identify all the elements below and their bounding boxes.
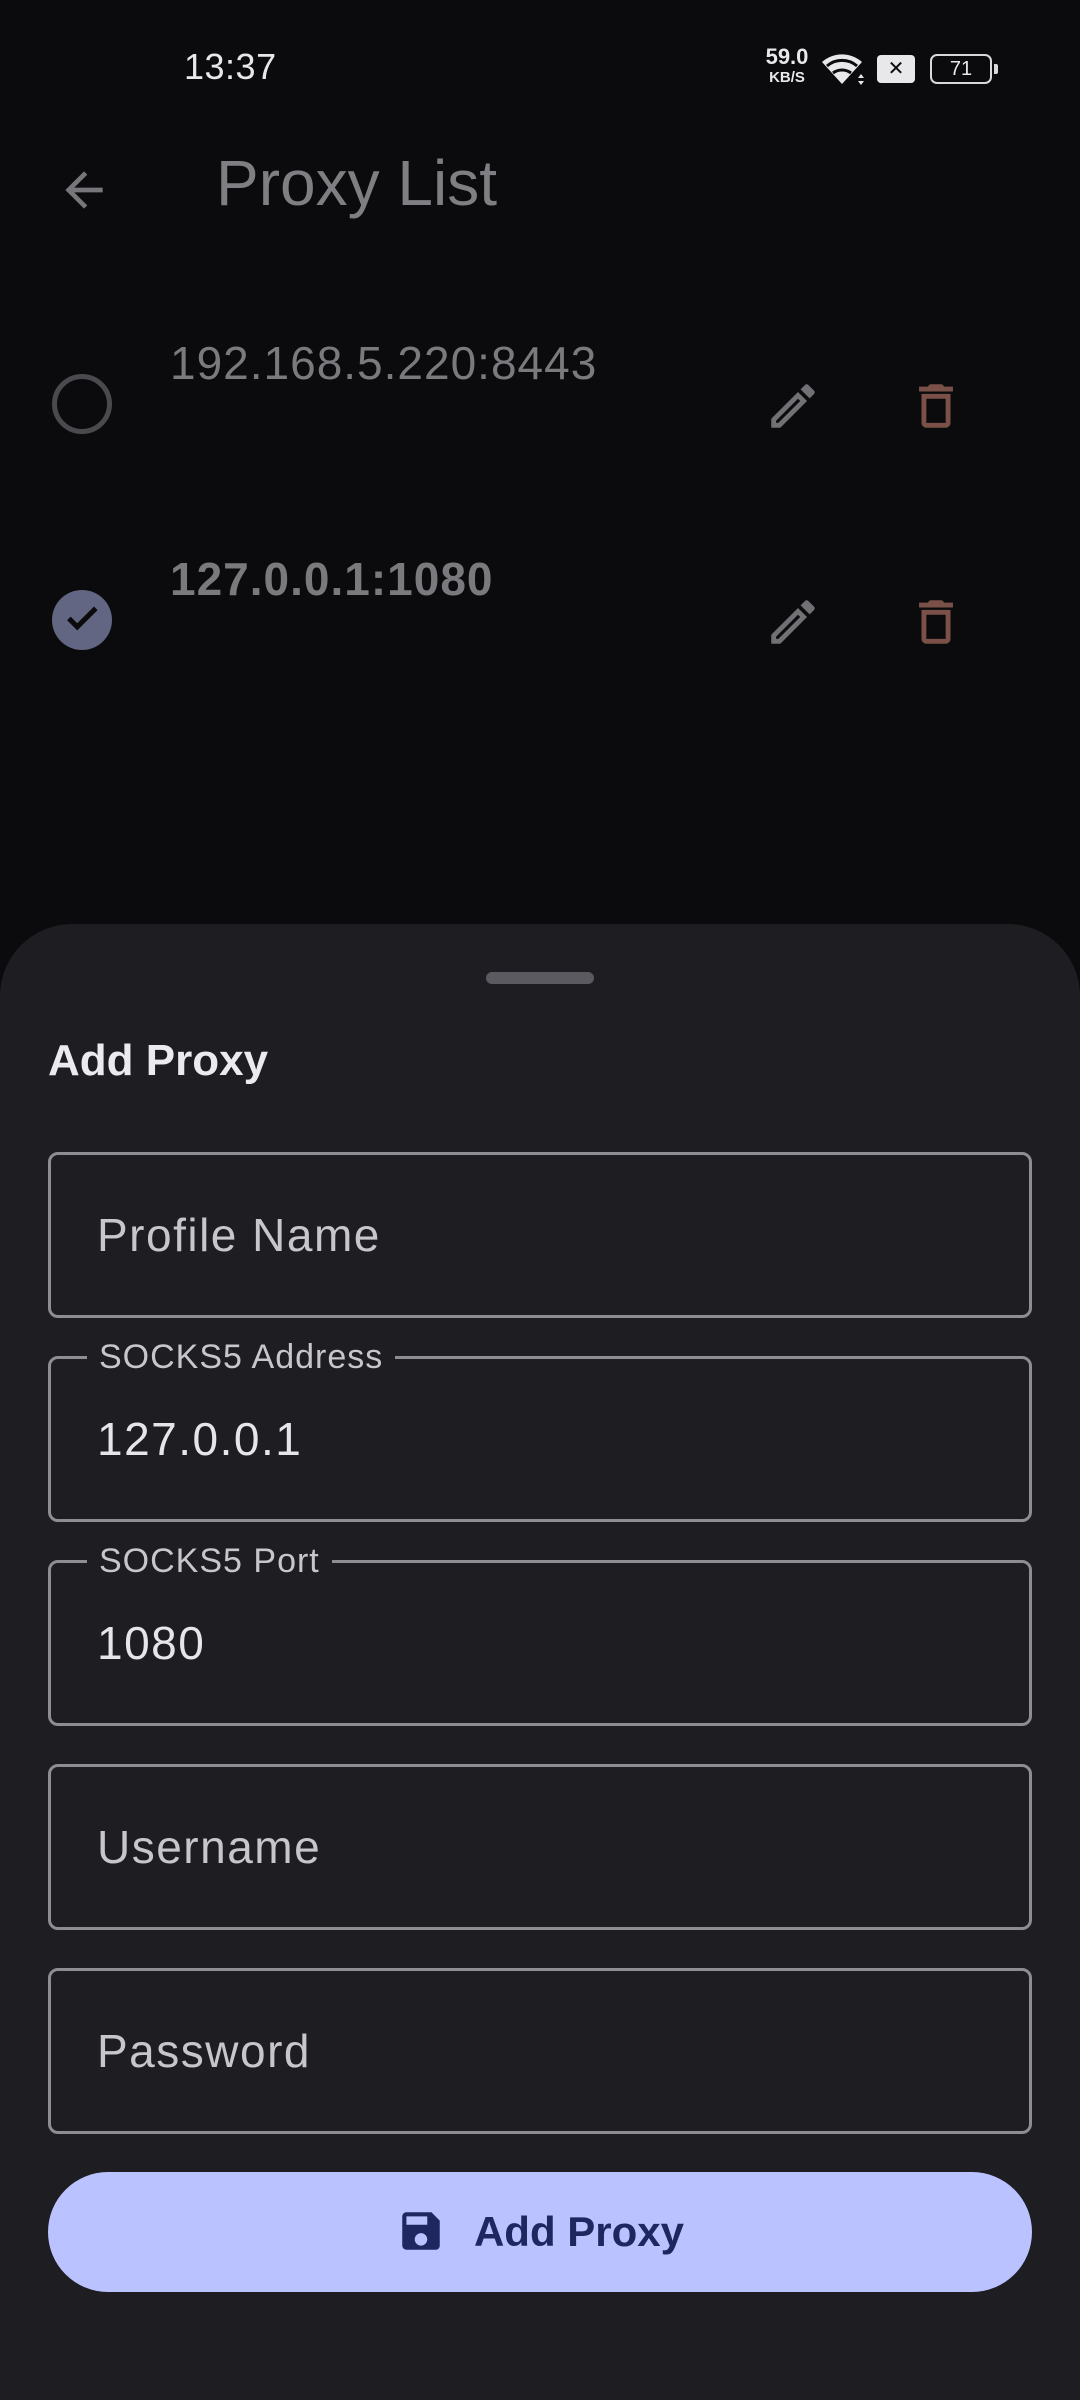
socks5-port-input[interactable] xyxy=(51,1563,1029,1723)
password-input[interactable] xyxy=(51,1971,1029,2131)
proxy-radio-selected[interactable] xyxy=(52,590,112,650)
sim-disabled-icon: ✕ xyxy=(877,55,915,83)
network-speed-value: 59.0 xyxy=(765,44,809,69)
username-input[interactable] xyxy=(51,1767,1029,1927)
page-title: Proxy List xyxy=(216,147,497,219)
status-bar: 13:37 59.0 KB/S ✕ 71 xyxy=(0,0,1080,140)
trash-icon xyxy=(907,593,965,656)
status-time: 13:37 xyxy=(184,46,277,87)
username-field[interactable] xyxy=(48,1764,1032,1930)
battery-icon: 71 xyxy=(930,54,998,84)
socks5-address-input[interactable] xyxy=(51,1359,1029,1519)
password-field[interactable] xyxy=(48,1968,1032,2134)
back-button[interactable] xyxy=(44,152,124,232)
socks5-address-field[interactable]: SOCKS5 Address xyxy=(48,1337,1032,1522)
add-proxy-button-label: Add Proxy xyxy=(473,2208,685,2255)
edit-proxy-button[interactable] xyxy=(755,586,831,662)
network-speed-unit: KB/S xyxy=(769,69,805,86)
wifi-icon xyxy=(818,48,866,93)
proxy-radio-unselected[interactable] xyxy=(52,374,112,434)
proxy-list-item[interactable]: 192.168.5.220:8443 xyxy=(0,320,1080,480)
screen: 13:37 59.0 KB/S ✕ 71 Proxy List 192.168.… xyxy=(0,0,1080,2400)
network-speed: 59.0 KB/S xyxy=(758,44,816,86)
drag-handle[interactable] xyxy=(486,972,594,984)
battery-level: 71 xyxy=(949,58,973,80)
pencil-icon xyxy=(764,593,822,656)
pencil-icon xyxy=(764,377,822,440)
save-icon xyxy=(396,2206,446,2259)
proxy-list-item[interactable]: 127.0.0.1:1080 xyxy=(0,536,1080,696)
edit-proxy-button[interactable] xyxy=(755,370,831,446)
socks5-port-field[interactable]: SOCKS5 Port xyxy=(48,1541,1032,1726)
trash-icon xyxy=(907,377,965,440)
sheet-title: Add Proxy xyxy=(48,1036,269,1085)
profile-name-input[interactable] xyxy=(51,1155,1029,1315)
arrow-back-icon xyxy=(56,162,112,223)
proxy-address-label: 127.0.0.1:1080 xyxy=(170,553,494,605)
profile-name-field[interactable] xyxy=(48,1152,1032,1318)
proxy-address-label: 192.168.5.220:8443 xyxy=(170,337,598,389)
delete-proxy-button[interactable] xyxy=(898,586,974,662)
add-proxy-sheet: Add Proxy SOCKS5 Address SOCKS5 Port Add… xyxy=(0,924,1080,2400)
app-bar: Proxy List xyxy=(0,140,1080,236)
delete-proxy-button[interactable] xyxy=(898,370,974,446)
add-proxy-button[interactable]: Add Proxy xyxy=(48,2172,1032,2292)
check-icon xyxy=(63,599,101,642)
